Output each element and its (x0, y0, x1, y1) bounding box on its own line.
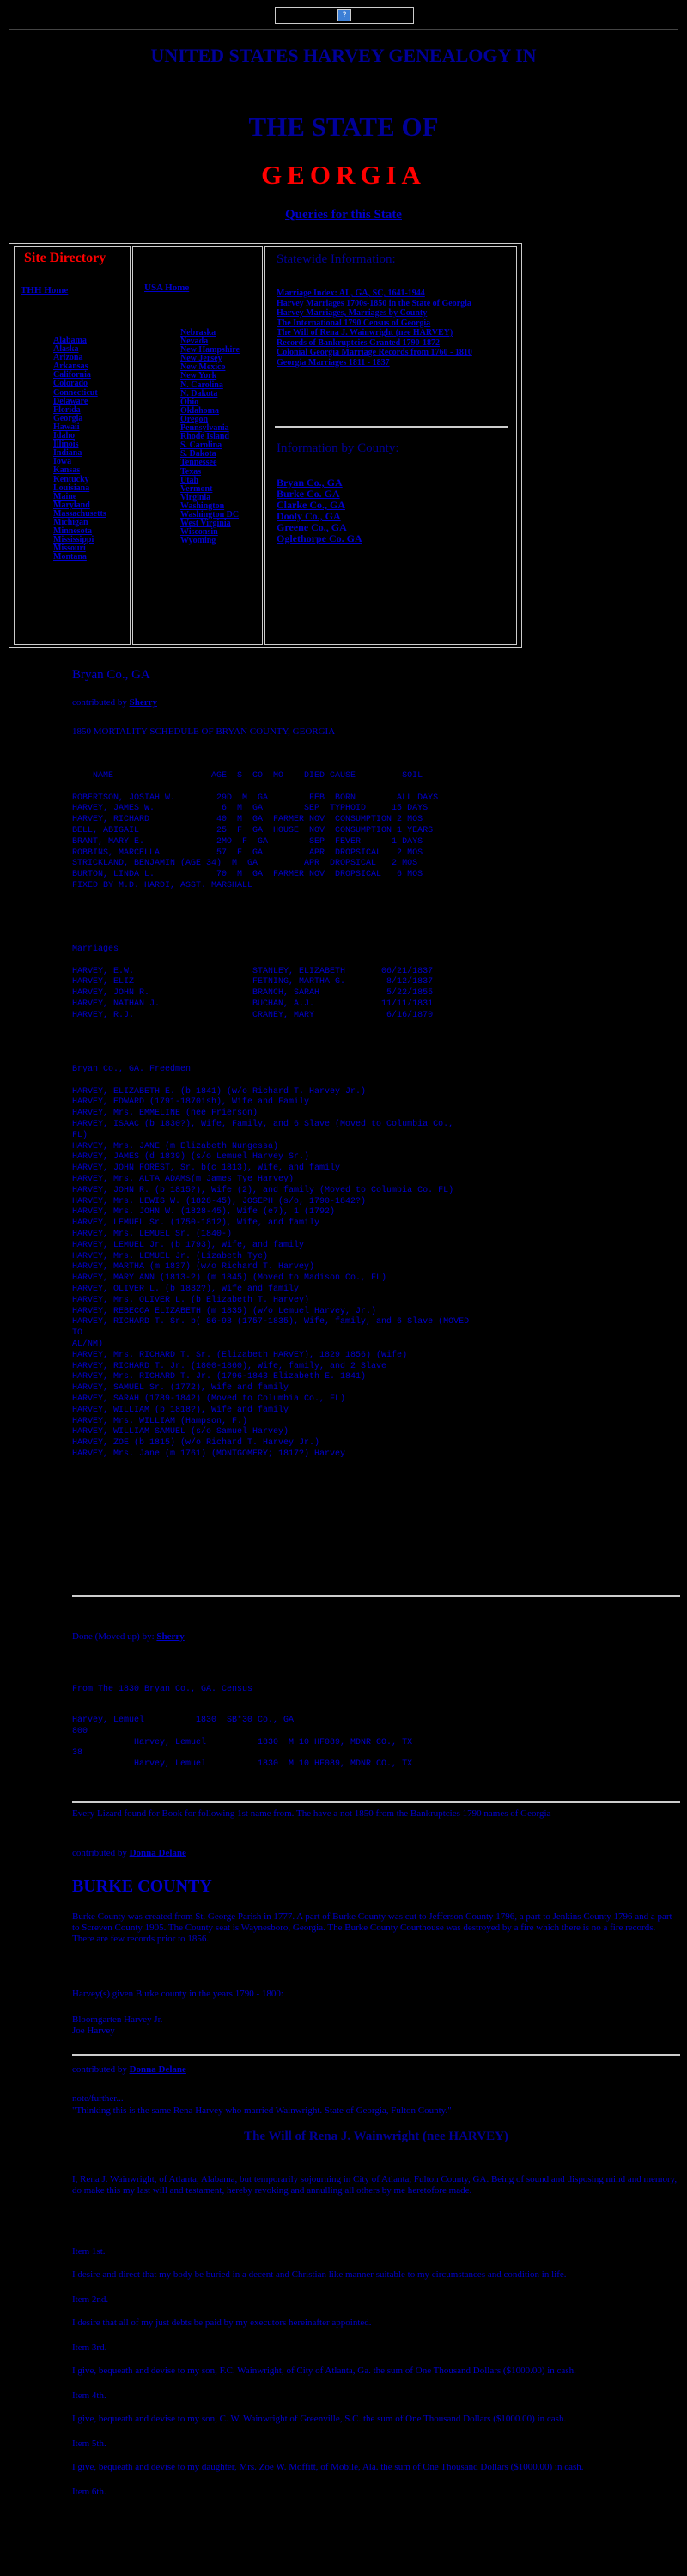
broken-image-icon: ? (337, 9, 351, 21)
burke-harvey-note: Harvey(s) given Burke county in the year… (72, 1989, 283, 1999)
freedmen-list: Bryan Co., GA. Freedmen HARVEY, ELIZABET… (72, 1065, 470, 1459)
done-by: Done (Moved up) by: Sherry (72, 1631, 185, 1642)
census-header: From The 1830 Bryan Co., GA. Census (72, 1685, 253, 1694)
will-item-text: I give, bequeath and devise to my daught… (72, 2462, 584, 2472)
will-items: Item 1st. I desire and direct that my bod… (72, 2233, 680, 2498)
state-link[interactable]: Kansas (53, 466, 106, 475)
site-directory-title: Site Directory (24, 251, 106, 265)
statewide-link[interactable]: Marriage Index: AL, GA, SC, 1641-1944 (277, 289, 510, 299)
contrib3: contributed by Donna Delane (72, 1848, 186, 1858)
will-item-label: Item 6th. (72, 2487, 106, 2497)
statewide-links: Marriage Index: AL, GA, SC, 1641-1944 Har… (277, 289, 510, 368)
bryan-heading: Bryan Co., GA (72, 668, 150, 682)
state-link[interactable]: Tennessee (180, 459, 240, 467)
will-item-text: I give, bequeath and devise to my son, C… (72, 2414, 567, 2424)
state-of-title: THE STATE OF (248, 112, 439, 142)
thh-home-link[interactable]: THH Home (21, 285, 68, 295)
page-title: UNITED STATES HARVEY GENEALOGY IN (150, 45, 537, 66)
marriages-list: Marriages HARVEY, E.W. STANLEY, ELIZABET… (72, 945, 434, 1020)
contributor-link[interactable]: Sherry (156, 1631, 184, 1642)
bryan-contrib: contributed by Sherry (72, 697, 157, 708)
will-intro-label: note/further... (72, 2093, 124, 2104)
will-item-text: I desire that all of my just debts be pa… (72, 2318, 372, 2328)
burke-heading: BURKE COUNTY (72, 1877, 212, 1896)
burke-names: Bloomgarten Harvey Jr. Joe Harvey (72, 2014, 163, 2036)
will-item-label: Item 2nd. (72, 2294, 109, 2305)
hit-counter: ? (275, 7, 414, 24)
contributor-link[interactable]: Donna Delane (130, 1848, 186, 1858)
burke-desc: Burke County was created from St. George… (72, 1911, 672, 1944)
states-list-1: Alabama Alaska Arizona Arkansas California Co… (53, 336, 106, 562)
will-item-label: Item 4th. (72, 2391, 106, 2401)
bycounty-title: Information by County: (277, 441, 399, 455)
state-link[interactable]: Wyoming (180, 537, 240, 545)
will-item-text: I desire and direct that my body be buri… (72, 2269, 567, 2280)
usa-home-link[interactable]: USA Home (144, 283, 189, 292)
schedule-title: 1850 MORTALITY SCHEDULE OF BRYAN COUNTY,… (72, 726, 336, 737)
will-item-label: Item 5th. (72, 2439, 106, 2449)
column-separator (275, 426, 508, 428)
queries-link[interactable]: Queries for this State (0, 208, 687, 222)
statewide-link[interactable]: Records of Bankruptcies Granted 1790-187… (277, 338, 510, 349)
statewide-link[interactable]: Georgia Marriages 1811 - 1837 (277, 358, 510, 368)
county-link[interactable]: Oglethorpe Co. GA (277, 533, 362, 544)
divider (72, 2054, 680, 2056)
divider (72, 1801, 680, 1803)
will-title: The Will of Rena J. Wainwright (nee HARV… (244, 2129, 508, 2143)
statewide-link[interactable]: Colonial Georgia Marriage Records from 1… (277, 348, 510, 358)
county-links: Bryan Co., GA Burke Co. GA Clarke Co., GA D… (277, 477, 362, 544)
statewide-link[interactable]: Harvey Marriages, Marriages by County (277, 308, 510, 319)
bankrupt-note: Every Lizard found for Book for followin… (72, 1808, 551, 1819)
contributor-link[interactable]: Sherry (130, 697, 157, 708)
will-item-label: Item 3rd. (72, 2342, 107, 2353)
will-paragraph: I, Rena J. Wainwright, of Atlanta, Alaba… (72, 2174, 678, 2196)
statewide-title: Statewide Information: (277, 252, 396, 266)
statewide-link[interactable]: Harvey Marriages 1700s-1850 in the State… (277, 299, 510, 309)
will-item-text: I give, bequeath and devise to my son, F… (72, 2366, 576, 2376)
will-item-label: Item 1st. (72, 2246, 106, 2257)
contributor-link[interactable]: Donna Delane (130, 2064, 186, 2075)
will-intro: "Thinking this is the same Rena Harvey w… (72, 2105, 452, 2116)
mortality-table: NAME AGE S CO MO DIED CAUSE SOIL ROBERTS… (72, 771, 439, 890)
top-rule (9, 29, 678, 30)
divider (72, 1595, 680, 1597)
census-entries: Harvey, Lemuel 1830 SB*30 Co., GA 800 Ha… (72, 1716, 413, 1770)
state-name-title: GEORGIA (261, 160, 426, 190)
states-list-2: Nebraska Nevada New Hampshire New Jersey New… (180, 328, 240, 545)
contrib4: contributed by Donna Delane (72, 2064, 186, 2075)
statewide-link[interactable]: The International 1790 Census of Georgia (277, 319, 510, 329)
statewide-link[interactable]: The Will of Rena J. Wainwright (nee HARV… (277, 328, 510, 338)
state-link[interactable]: Montana (53, 553, 106, 562)
